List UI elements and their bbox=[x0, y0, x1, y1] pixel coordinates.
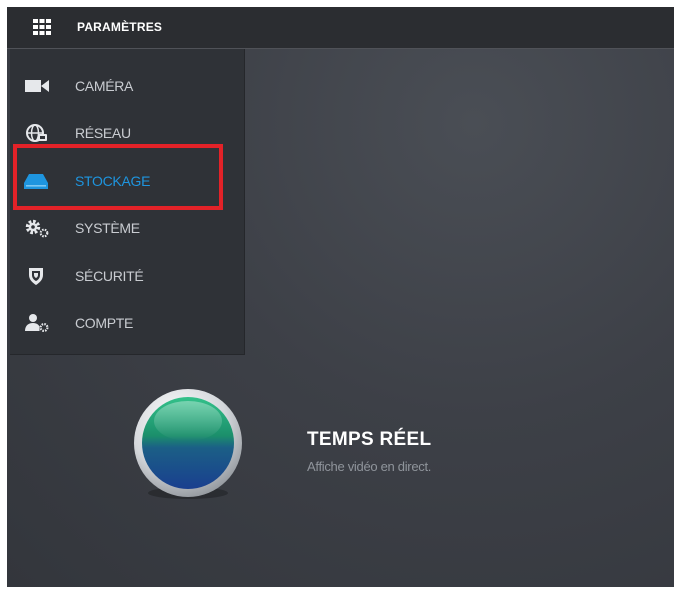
page-title: PARAMÈTRES bbox=[77, 20, 163, 34]
live-view-description: Affiche vidéo en direct. bbox=[307, 459, 432, 474]
network-globe-icon bbox=[26, 124, 47, 142]
menu-item-label: RÉSEAU bbox=[75, 125, 131, 141]
menu-item-label: SYSTÈME bbox=[75, 220, 140, 236]
selection-highlight-box bbox=[13, 144, 223, 210]
menu-item-camera[interactable]: CAMÉRA bbox=[10, 65, 244, 105]
camera-icon bbox=[25, 80, 49, 92]
app-screen: PARAMÈTRES CAMÉRA RÉSEAU STOCKAGE SYSTÈM… bbox=[7, 7, 674, 587]
user-settings-icon bbox=[25, 314, 49, 333]
live-view-orb-icon[interactable] bbox=[132, 389, 244, 501]
menu-item-label: COMPTE bbox=[75, 315, 134, 331]
gears-icon bbox=[25, 219, 49, 238]
menu-item-label: SÉCURITÉ bbox=[75, 268, 144, 284]
menu-item-security[interactable]: SÉCURITÉ bbox=[10, 255, 244, 295]
menu-item-label: CAMÉRA bbox=[75, 78, 134, 94]
grid-icon[interactable] bbox=[33, 19, 51, 35]
shield-icon bbox=[29, 268, 43, 285]
live-view-title[interactable]: TEMPS RÉEL bbox=[307, 429, 431, 451]
top-bar: PARAMÈTRES bbox=[7, 7, 674, 49]
menu-item-account[interactable]: COMPTE bbox=[10, 302, 244, 342]
menu-item-system[interactable]: SYSTÈME bbox=[10, 207, 244, 247]
